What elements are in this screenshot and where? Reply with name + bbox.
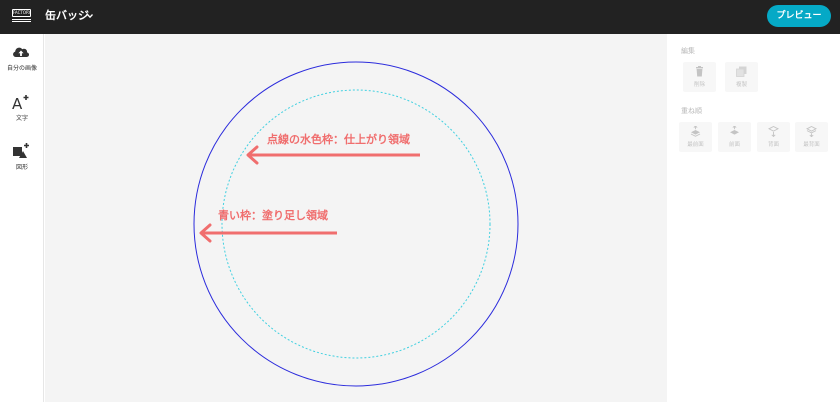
chevron-down-icon[interactable]: [87, 13, 93, 19]
canvas-drawing: [193, 61, 519, 387]
duplicate-button[interactable]: 複製: [725, 62, 758, 92]
top-bar: FACTORY 缶バッジ プレビュー: [0, 0, 840, 34]
design-canvas[interactable]: 点線の水色枠：仕上がり領域 青い枠：塗り足し領域: [45, 34, 667, 402]
text-add-icon: A: [12, 95, 29, 111]
bring-to-front-icon: [690, 126, 701, 137]
duplicate-icon: [736, 66, 747, 77]
bring-forward-button[interactable]: 前面: [718, 122, 751, 152]
arrow-trim: [246, 145, 420, 165]
bring-to-front-button[interactable]: 最前面: [679, 122, 712, 152]
annotation-bleed-area: 青い枠：塗り足し領域: [218, 209, 328, 222]
send-to-back-icon: [806, 126, 817, 137]
send-backward-icon: [768, 126, 779, 137]
bring-forward-label: 前面: [728, 142, 740, 148]
trim-area-circle[interactable]: [221, 89, 491, 359]
duplicate-label: 複製: [735, 82, 747, 88]
trash-icon: [696, 66, 703, 77]
arrow-bleed: [199, 223, 337, 243]
document-title[interactable]: 缶バッジ: [45, 9, 89, 23]
cloud-upload-icon: [13, 47, 30, 57]
tool-my-images[interactable]: 自分の画像: [0, 43, 44, 83]
annotation-trim-area: 点線の水色枠：仕上がり領域: [267, 133, 410, 146]
delete-button[interactable]: 削除: [683, 62, 716, 92]
tool-label: 文字: [15, 115, 28, 122]
send-backward-label: 背面: [767, 142, 779, 148]
send-to-back-button[interactable]: 最背面: [795, 122, 828, 152]
bring-to-front-label: 最前面: [687, 142, 704, 148]
send-to-back-label: 最背面: [803, 142, 820, 148]
logo-text: FACTORY: [13, 10, 31, 15]
svg-text:A: A: [12, 95, 23, 111]
tool-shapes[interactable]: 図形: [0, 142, 44, 182]
edit-section-title: 編集: [681, 47, 695, 55]
logo-base: [12, 19, 31, 22]
order-section-title: 重ね順: [681, 107, 702, 115]
bleed-area-circle[interactable]: [193, 61, 519, 387]
bring-forward-icon: [730, 126, 739, 135]
tool-text[interactable]: A 文字: [0, 93, 44, 133]
send-backward-button[interactable]: 背面: [757, 122, 790, 152]
shape-add-icon: [13, 143, 29, 158]
properties-panel: 編集 削除 複製 重ね順 最前面 前面 背面 最背面: [667, 34, 840, 402]
preview-button[interactable]: プレビュー: [767, 5, 831, 27]
delete-label: 削除: [693, 82, 705, 88]
factory-logo[interactable]: FACTORY: [12, 9, 31, 23]
tool-label: 図形: [15, 164, 28, 171]
tool-label: 自分の画像: [6, 65, 37, 72]
tool-sidebar: 自分の画像 A 文字 図形: [0, 34, 44, 402]
